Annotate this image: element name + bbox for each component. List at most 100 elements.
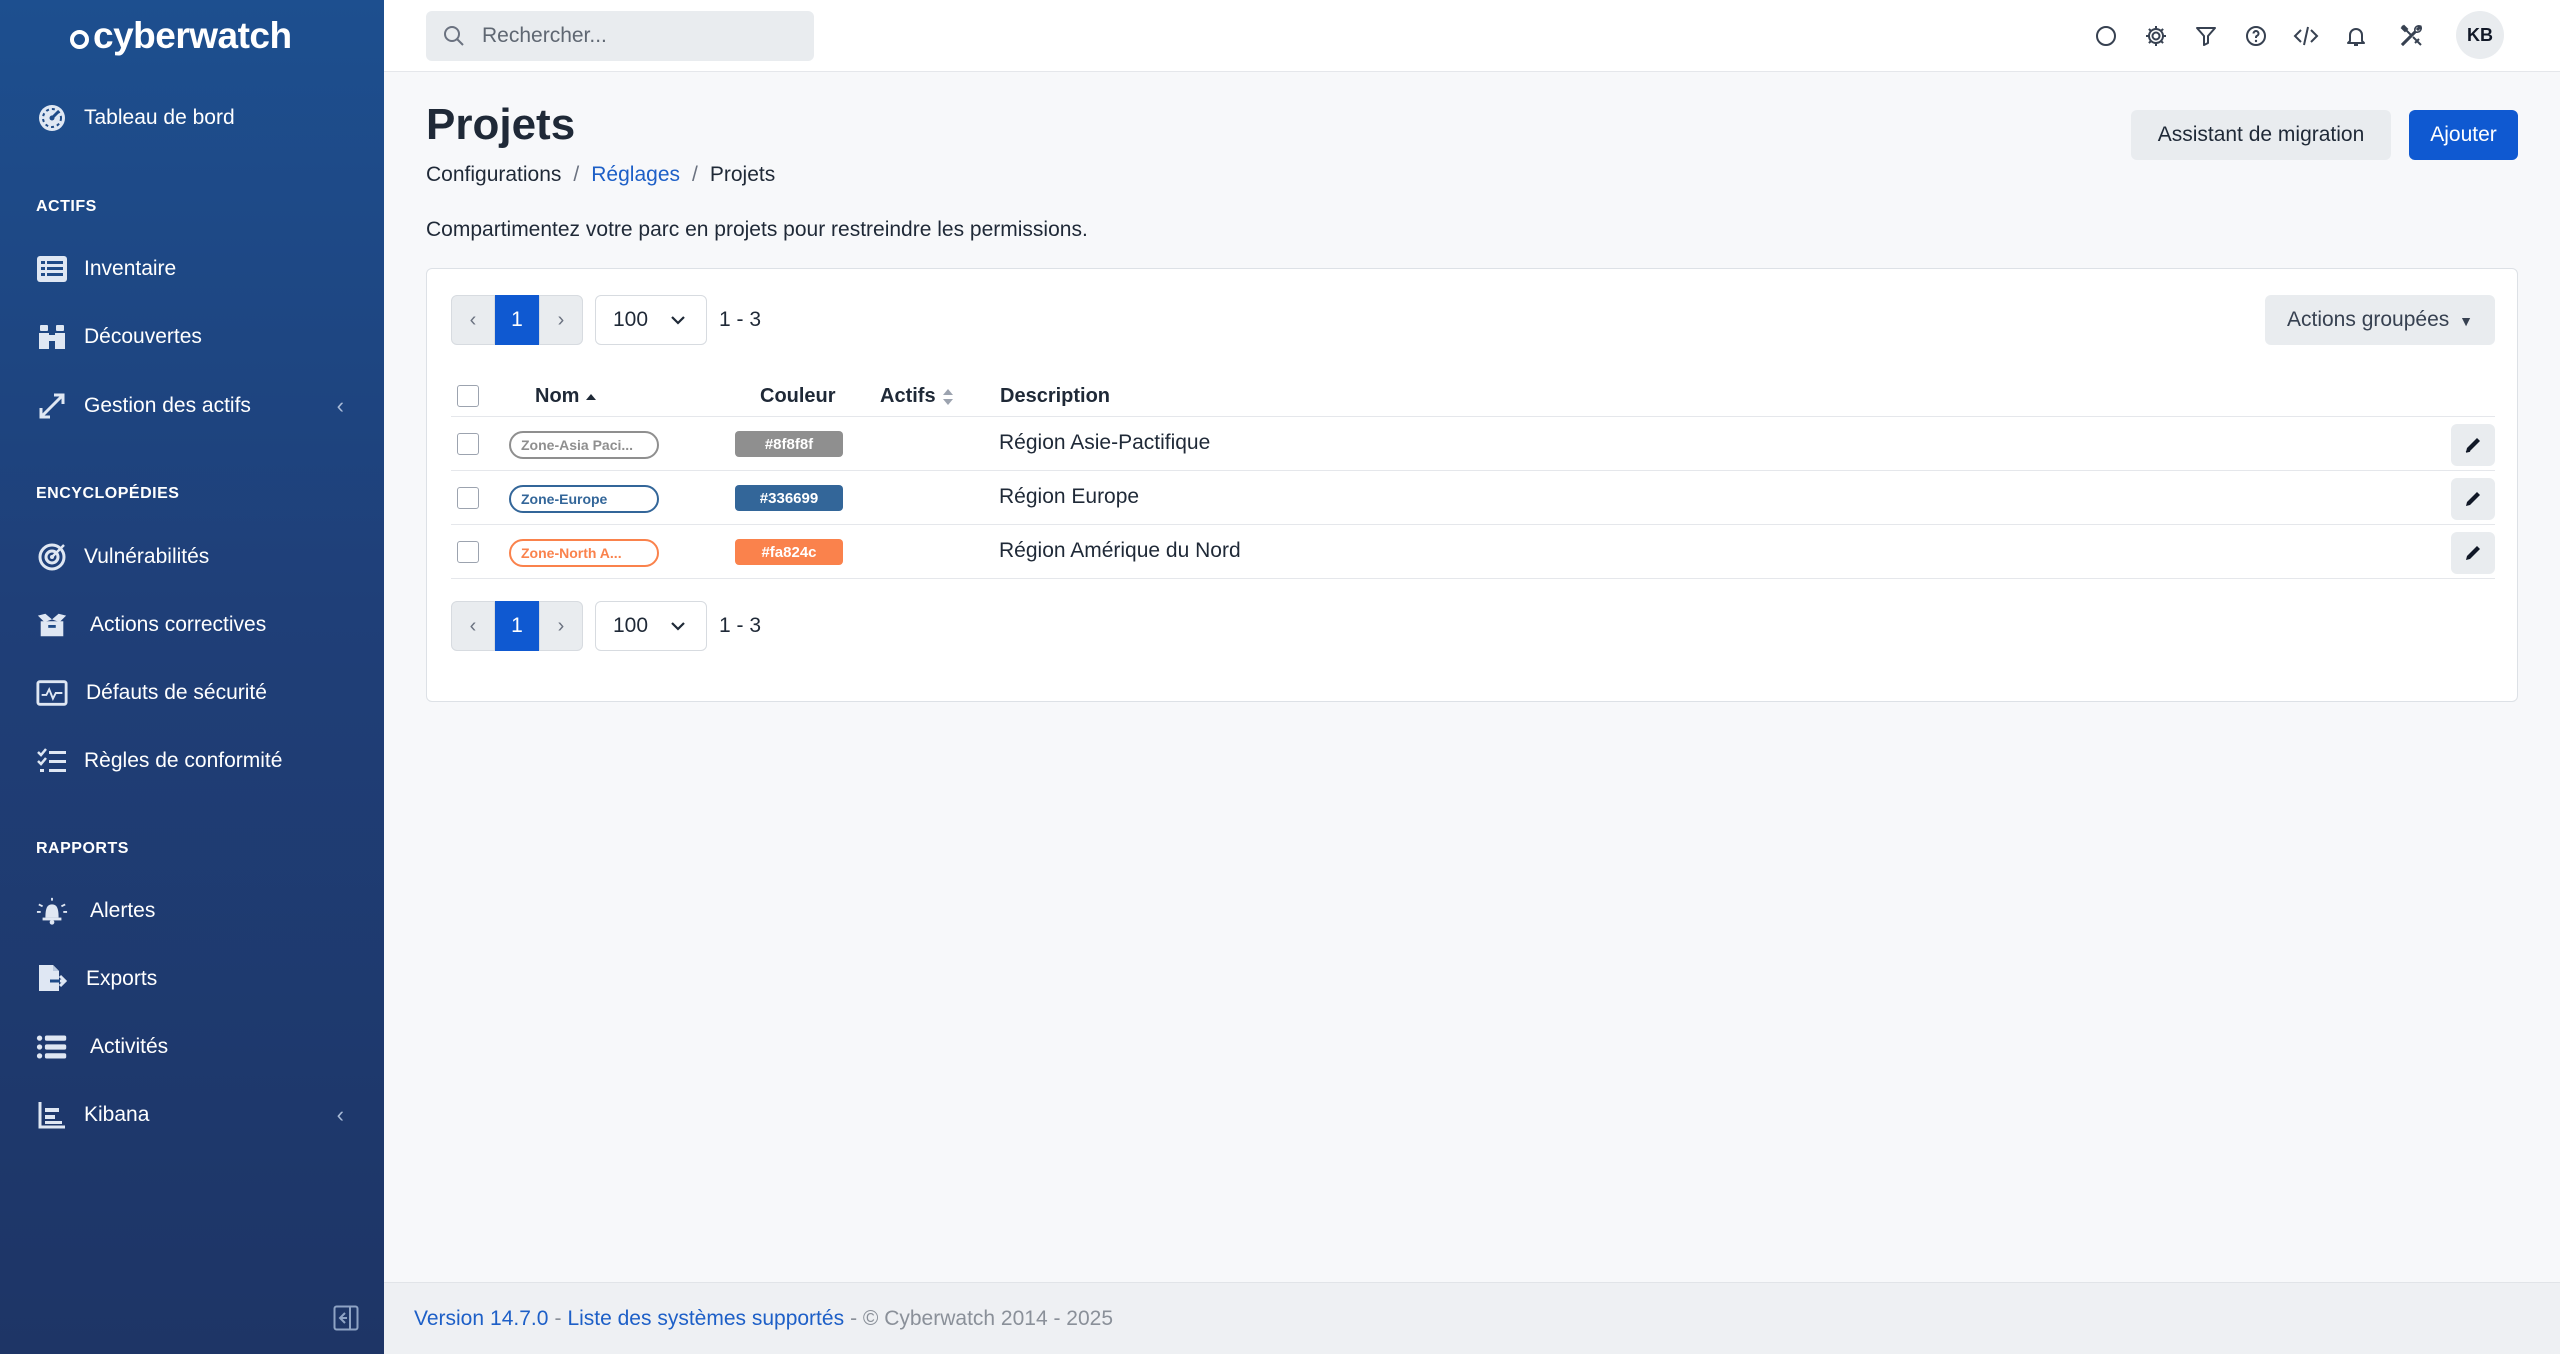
sidebar-item-activites[interactable]: Activités	[36, 1027, 356, 1067]
project-name-pill[interactable]: Zone-Europe	[509, 485, 659, 513]
breadcrumb-item-configurations: Configurations	[426, 163, 562, 186]
activity-list-icon	[36, 1031, 68, 1063]
sidebar-item-alertes[interactable]: Alertes	[36, 891, 356, 931]
sidebar-item-kibana[interactable]: Kibana ‹	[36, 1095, 356, 1135]
sidebar-item-vulnerabilites[interactable]: Vulnérabilités	[36, 537, 356, 577]
sidebar-item-label: Règles de conformité	[84, 749, 283, 772]
project-name-pill[interactable]: Zone-North A...	[509, 539, 659, 567]
next-page-button[interactable]: ›	[539, 295, 583, 345]
table-header: Nom Couleur Actifs Description	[451, 375, 2495, 417]
sidebar-item-label: Inventaire	[84, 257, 177, 280]
pencil-icon	[2465, 438, 2480, 453]
select-all-checkbox[interactable]	[457, 385, 479, 407]
page-1-button[interactable]: 1	[495, 601, 539, 651]
color-badge: #fa824c	[735, 539, 843, 565]
pagination-range: 1 - 3	[719, 308, 762, 331]
sidebar-item-gestion-actifs[interactable]: Gestion des actifs ‹	[36, 386, 356, 426]
sidebar-collapse-button[interactable]	[332, 1304, 360, 1332]
version-label[interactable]: Version	[414, 1307, 484, 1331]
page-1-button[interactable]: 1	[495, 295, 539, 345]
box-open-icon	[36, 609, 68, 641]
logo-text: cyberwatch	[93, 15, 292, 56]
footer-separator: -	[554, 1306, 562, 1330]
column-header-label: Couleur	[760, 385, 836, 407]
project-name-pill[interactable]: Zone-Asia Paci...	[509, 431, 659, 459]
row-checkbox[interactable]	[457, 433, 479, 455]
sidebar-item-defauts-securite[interactable]: Défauts de sécurité	[36, 673, 356, 713]
monitor-waveform-icon	[36, 677, 68, 709]
edit-button[interactable]	[2451, 478, 2495, 520]
section-title-actifs: ACTIFS	[36, 198, 97, 215]
breadcrumb-item-projets: Projets	[709, 163, 776, 186]
per-page-value: 100	[613, 614, 649, 637]
add-button[interactable]: Ajouter	[2409, 110, 2518, 160]
code-icon[interactable]	[2292, 22, 2320, 50]
table-row: Zone-Europe #336699 Région Europe	[451, 471, 2495, 525]
breadcrumb-separator: /	[692, 163, 698, 186]
tools-icon[interactable]	[2398, 22, 2426, 50]
caret-down-icon: ▼	[2459, 313, 2473, 329]
bell-icon[interactable]	[2342, 22, 2370, 50]
next-page-button[interactable]: ›	[539, 601, 583, 651]
project-description: Région Asie-Pactifique	[999, 431, 1211, 454]
sidebar-item-label: Exports	[86, 967, 158, 990]
collapse-sidebar-icon	[333, 1305, 359, 1331]
sidebar-item-label: Tableau de bord	[84, 106, 235, 129]
prev-page-button[interactable]: ‹	[451, 601, 495, 651]
avatar[interactable]: KB	[2456, 11, 2504, 59]
search-box[interactable]	[426, 11, 814, 61]
edit-button[interactable]	[2451, 532, 2495, 574]
sidebar-item-inventaire[interactable]: Inventaire	[36, 249, 356, 289]
chevron-left-icon: ‹	[336, 393, 344, 418]
pagination-range: 1 - 3	[719, 614, 762, 637]
filter-icon[interactable]	[2192, 22, 2220, 50]
dashboard-gauge-icon	[36, 102, 68, 134]
file-export-icon	[36, 963, 68, 995]
gear-icon[interactable]	[2142, 22, 2170, 50]
sidebar-item-label: Alertes	[90, 899, 156, 922]
sidebar-item-regles-conformite[interactable]: Règles de conformité	[36, 741, 356, 781]
version-number[interactable]: 14.7.0	[490, 1307, 548, 1331]
section-title-rapports: RAPPORTS	[36, 840, 129, 857]
breadcrumb: Configurations / Réglages / Projets	[426, 163, 775, 187]
breadcrumb-item-reglages[interactable]: Réglages	[591, 163, 680, 187]
table-row: Zone-Asia Paci... #8f8f8f Région Asie-Pa…	[451, 417, 2495, 471]
status-circle-icon[interactable]	[2092, 22, 2120, 50]
page-title: Projets	[426, 100, 576, 149]
migration-assistant-button[interactable]: Assistant de migration	[2131, 110, 2391, 160]
table-row: Zone-North A... #fa824c Région Amérique …	[451, 525, 2495, 579]
sidebar-item-actions-correctives[interactable]: Actions correctives	[36, 605, 356, 645]
chart-icon	[36, 1099, 68, 1131]
binoculars-icon	[36, 321, 68, 353]
project-description: Région Amérique du Nord	[999, 539, 1241, 562]
sidebar-item-label: Kibana	[84, 1103, 150, 1126]
column-header-description: Description	[1000, 385, 1110, 408]
per-page-select[interactable]: 100	[595, 295, 707, 345]
sidebar-item-label: Actions correctives	[90, 613, 267, 636]
sort-icon	[942, 388, 953, 405]
column-header-actifs[interactable]: Actifs	[880, 385, 954, 408]
help-icon[interactable]	[2242, 22, 2270, 50]
row-checkbox[interactable]	[457, 487, 479, 509]
prev-page-button[interactable]: ‹	[451, 295, 495, 345]
sidebar-item-dashboard[interactable]: Tableau de bord	[36, 98, 356, 138]
column-header-nom[interactable]: Nom	[535, 385, 597, 408]
search-input[interactable]	[482, 11, 802, 61]
per-page-value: 100	[613, 308, 649, 331]
section-title-encyclopedies: ENCYCLOPÉDIES	[36, 485, 180, 502]
logo-ring-icon	[70, 29, 89, 49]
breadcrumb-separator: /	[573, 163, 580, 186]
supported-systems-link[interactable]: Liste des systèmes supportés	[567, 1307, 844, 1331]
edit-button[interactable]	[2451, 424, 2495, 466]
sidebar-item-decouvertes[interactable]: Découvertes	[36, 317, 356, 357]
pencil-icon	[2466, 492, 2480, 506]
cyberwatch-logo[interactable]: cyberwatch	[70, 14, 292, 58]
per-page-select[interactable]: 100	[595, 601, 707, 651]
sidebar-item-exports[interactable]: Exports	[36, 959, 356, 999]
search-icon	[444, 26, 464, 46]
sidebar-item-label: Vulnérabilités	[84, 545, 210, 568]
bulk-actions-dropdown[interactable]: Actions groupées ▼	[2265, 295, 2495, 345]
row-checkbox[interactable]	[457, 541, 479, 563]
column-header-label: Actifs	[880, 385, 936, 407]
chevron-down-icon	[671, 316, 685, 325]
